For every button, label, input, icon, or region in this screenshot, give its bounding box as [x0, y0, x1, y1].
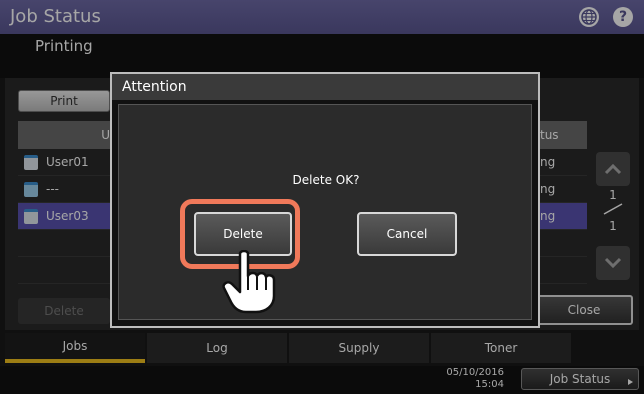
dialog-message: Delete OK? [292, 173, 360, 187]
attention-dialog: Attention Delete OK? [110, 72, 540, 328]
cancel-button[interactable]: Cancel [357, 212, 457, 256]
pointing-hand-icon [222, 250, 276, 314]
dialog-title: Attention [112, 74, 538, 100]
